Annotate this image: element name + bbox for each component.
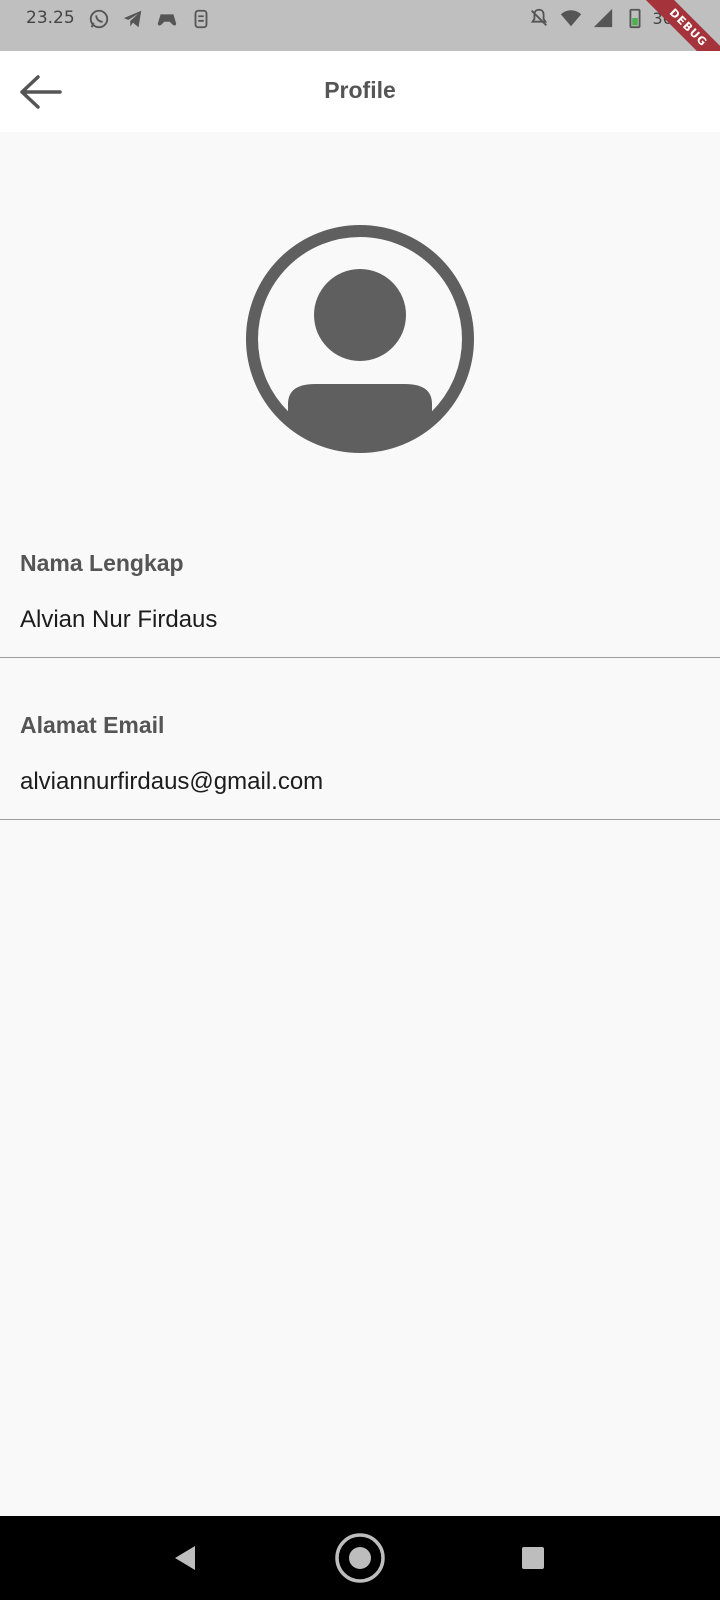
full-name-field: Nama Lengkap Alvian Nur Firdaus: [0, 530, 720, 658]
nav-back-icon: [175, 1546, 195, 1570]
notification-icons: [88, 8, 212, 30]
whatsapp-icon: [89, 9, 109, 29]
status-time: 23.25: [26, 8, 75, 28]
status-bar: 23.25 36%: [0, 0, 720, 51]
email-field: Alamat Email alviannurfirdaus@gmail.com: [0, 692, 720, 820]
system-icons: 36%: [528, 7, 688, 29]
game-controller-icon: [157, 14, 177, 26]
email-value: alviannurfirdaus@gmail.com: [20, 768, 324, 795]
full-name-label: Nama Lengkap: [20, 550, 184, 576]
full-name-value: Alvian Nur Firdaus: [20, 606, 218, 633]
email-label: Alamat Email: [20, 712, 165, 738]
nav-home-icon: [335, 1533, 385, 1583]
nav-recents-button[interactable]: [488, 1516, 578, 1600]
app-bar: Profile: [0, 51, 720, 132]
account-circle-icon: [246, 225, 474, 453]
nav-recents-icon: [522, 1547, 544, 1569]
battery-icon: [629, 8, 641, 29]
nav-home-button[interactable]: [315, 1516, 405, 1600]
navigation-bar: [0, 1516, 720, 1600]
battery-percent: 36%: [652, 8, 688, 28]
telegram-icon: [123, 10, 142, 28]
page-title: Profile: [324, 77, 396, 103]
signal-icon: [594, 8, 613, 28]
wifi-icon: [561, 10, 582, 27]
notification-icon: [194, 9, 208, 29]
nav-back-button[interactable]: [140, 1516, 230, 1600]
mute-icon: [531, 8, 548, 26]
profile-avatar: [245, 224, 475, 454]
